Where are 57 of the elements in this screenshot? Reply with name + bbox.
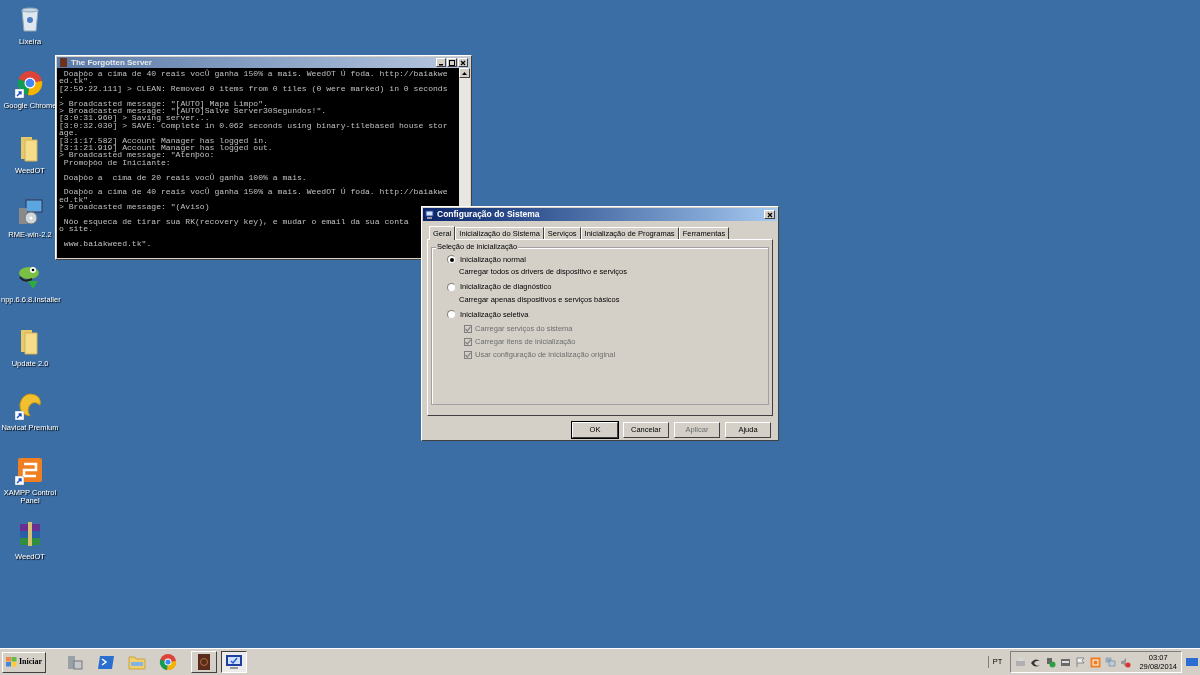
- start-button[interactable]: Iniciar: [2, 651, 47, 673]
- network-icon[interactable]: [1060, 656, 1072, 668]
- radio-button[interactable]: [447, 310, 456, 319]
- swirl-icon[interactable]: [1030, 656, 1042, 668]
- show-desktop-icon[interactable]: [1186, 657, 1198, 667]
- window-title: Configuração do Sistema: [437, 210, 541, 219]
- console-line: ed.tk".: [59, 195, 94, 204]
- browser-icon[interactable]: [159, 653, 178, 671]
- browser-icon: [16, 69, 44, 98]
- app-tile-icon[interactable]: [1090, 656, 1102, 668]
- console-line: age.: [59, 129, 79, 137]
- console-line: [3:0:32.030] > SAVE: Complete in 0.062 seconds using binary-tilebased house stor: [59, 121, 449, 130]
- plug-check-icon[interactable]: [1045, 656, 1057, 668]
- computer-icon: [425, 210, 434, 219]
- flag-icon[interactable]: [1075, 656, 1087, 668]
- shortcut-arrow-icon: [15, 475, 24, 485]
- console-line: ed.tk".: [59, 77, 94, 85]
- speaker-muted-icon[interactable]: [1120, 656, 1132, 668]
- console-line: [3:1:21.919] Account Manager has logged out.: [59, 144, 274, 152]
- arrow-up-icon: [462, 71, 467, 75]
- console-line: Promoþòo de Iniciante:: [62, 158, 172, 167]
- console-line: > Broadcasted message: "[AUTO]Salve Server30Segundos!".: [59, 107, 328, 115]
- close-icon: [460, 59, 466, 66]
- console-line: o site.: [59, 225, 93, 233]
- windows-logo-icon: [6, 657, 17, 667]
- terminal-icon[interactable]: [97, 653, 116, 671]
- console-line: Doaþòo a cima de 40 reais vocÛ ganha 150% a mais. WeedOT Ú foda. http://baiakwe: [62, 188, 449, 196]
- radio-button[interactable]: [447, 255, 456, 264]
- computer-disc-icon: [16, 198, 44, 227]
- close-icon: [766, 211, 773, 218]
- console-line: [2:59:22.111] > CLEAN: Removed 0 items from 0 tiles (0 were marked) in 0 seconds: [59, 84, 449, 93]
- swirl-icon: [16, 391, 44, 420]
- console-line: Doaþòo a cima de 20 reais vocÛ ganha 100% a mais.: [62, 173, 308, 182]
- window-title: The Forgotten Server: [71, 58, 153, 67]
- checkmark-icon: [465, 352, 471, 358]
- scroll-up-button[interactable]: [459, 68, 470, 78]
- console-line: > Broadcasted message: "(Aviso): [59, 203, 211, 211]
- checkmark-icon: [465, 339, 471, 345]
- close-button[interactable]: [764, 210, 775, 219]
- console-line: > Broadcasted message: "[AUTO] Mapa Limpo".: [59, 99, 269, 108]
- maximize-button[interactable]: [447, 58, 457, 67]
- radio-button[interactable]: [447, 282, 456, 292]
- book-icon: [59, 58, 68, 67]
- console-line: .: [59, 92, 64, 100]
- close-button[interactable]: [458, 58, 468, 67]
- console-line: [3:1:17.582] Account Manager has logged in.: [59, 136, 269, 145]
- app-tile-icon: [16, 455, 44, 484]
- console-line: Doaþòo a cima de 40 reais vocÛ ganha 150% a mais. WeedOT Ú foda. http://baiakwe: [62, 70, 449, 78]
- console-line: Nòo esqueca de tirar sua RK(recovery key), e mudar o email da sua conta: [62, 218, 410, 226]
- maximize-icon: [449, 59, 455, 66]
- shortcut-arrow-icon: [15, 89, 24, 99]
- server-icon[interactable]: [66, 653, 85, 671]
- console-line: [3:0:31.960] > Saving server...: [59, 114, 210, 122]
- checkmark-icon: [465, 326, 471, 332]
- shortcut-arrow-icon: [15, 411, 24, 421]
- minimize-button[interactable]: [436, 58, 446, 67]
- console-line: > Broadcasted message: "Atenþòo:: [59, 151, 216, 159]
